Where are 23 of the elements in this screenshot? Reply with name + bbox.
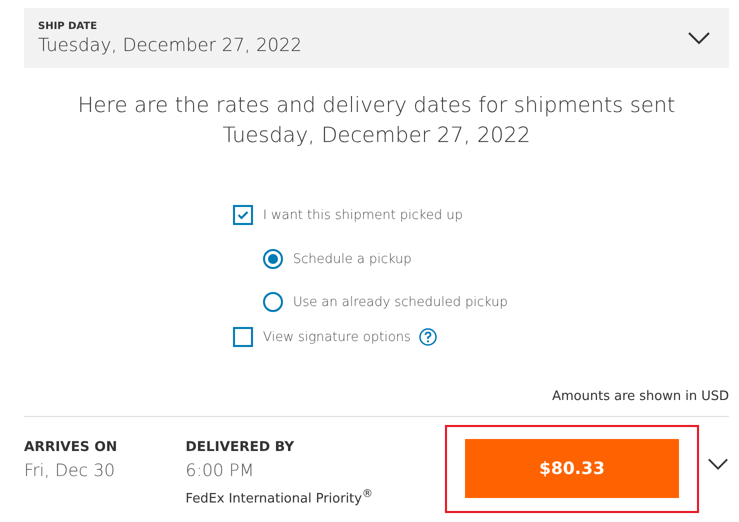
service-name: FedEx International Priority$^{®}$ xyxy=(186,487,374,506)
ship-date-label: SHIP DATE xyxy=(38,20,98,32)
arrives-label: ARRIVES ON xyxy=(24,439,118,455)
option-label: Schedule a pickup xyxy=(293,252,412,266)
currency-note: Amounts are shown in USD xyxy=(24,389,729,417)
chevron-down-icon[interactable] xyxy=(706,457,730,471)
radio-button[interactable] xyxy=(263,249,283,269)
ship-date-value: Tuesday, December 27, 2022 xyxy=(38,34,302,56)
radio-button[interactable] xyxy=(263,292,283,312)
checkbox[interactable] xyxy=(233,327,253,347)
checkbox[interactable] xyxy=(233,205,253,225)
delivery-time: 6:00 PM xyxy=(186,461,256,481)
check-icon xyxy=(237,210,249,220)
option-label: I want this shipment picked up xyxy=(263,208,463,222)
arrival-date: Fri, Dec 30 xyxy=(24,461,116,481)
chevron-down-icon xyxy=(687,31,711,45)
help-icon[interactable] xyxy=(418,328,437,346)
delivered-label: DELIVERED BY xyxy=(186,439,296,455)
ship-date-dropdown[interactable]: SHIP DATE Tuesday, December 27, 2022 xyxy=(24,8,729,68)
option-label: Use an already scheduled pickup xyxy=(293,294,508,310)
rates-heading: Here are the rates and delivery dates for shipments sent xyxy=(76,92,676,119)
option-label: View signature options xyxy=(263,330,411,344)
rates-heading: Tuesday, December 27, 2022 xyxy=(222,122,532,149)
